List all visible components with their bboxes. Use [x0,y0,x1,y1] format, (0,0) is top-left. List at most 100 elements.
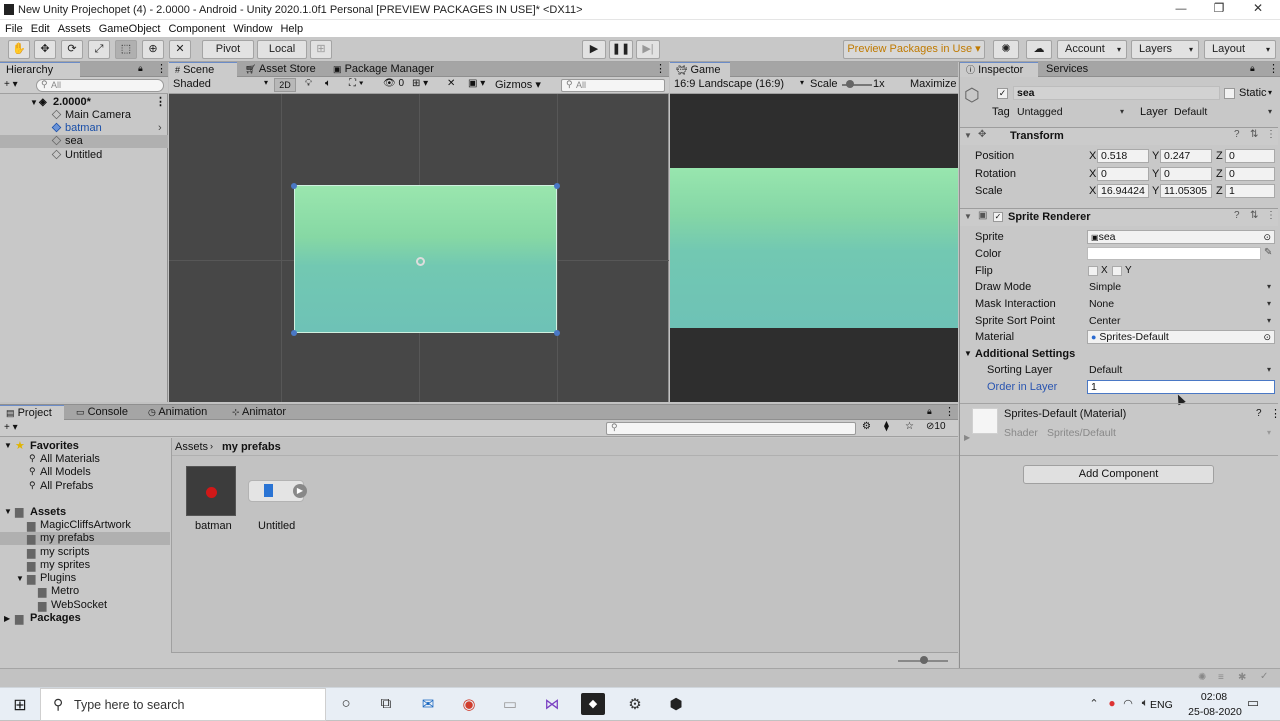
object-name-field[interactable]: sea [1013,86,1220,100]
component-menu-icon[interactable]: ⋮ [1270,407,1280,420]
foldout-arrow-icon[interactable]: ▼ [16,574,24,583]
rotation-x-field[interactable]: 0 [1097,167,1149,181]
pause-button[interactable]: ❚❚ [609,40,633,59]
foldout-arrow-icon[interactable]: ▼ [4,441,12,450]
position-y-field[interactable]: 0.247 [1160,149,1212,163]
pivot-handle[interactable] [416,257,425,266]
tab-inspector[interactable]: ⓘ Inspector [960,62,1038,77]
assets-root-label[interactable]: Assets [30,506,66,518]
position-x-field[interactable]: 0.518 [1097,149,1149,163]
menu-window[interactable]: Window [233,21,272,37]
hierarchy-item-sea[interactable]: sea [0,135,168,148]
step-button[interactable]: ▶| [636,40,660,59]
shader-dropdown[interactable]: Sprites/Default ▾ [1047,426,1275,440]
asset-tile-untitled[interactable]: ▶ [248,480,307,502]
packages-root-label[interactable]: Packages [30,612,81,624]
panel-menu-icon[interactable]: ⋮ [944,405,955,418]
menu-gameobject[interactable]: GameObject [99,21,161,37]
component-menu-icon[interactable]: ⋮ [1266,129,1276,140]
folder-item[interactable]: my sprites [40,559,90,571]
flip-y-checkbox[interactable] [1112,266,1122,276]
layout-dropdown[interactable]: Layout ▾ [1204,40,1276,59]
folder-item[interactable]: my scripts [40,546,90,558]
panel-menu-icon[interactable]: ⋮ [655,62,666,75]
sprite-field[interactable]: ▣sea ⊙ [1087,230,1275,244]
layer-dropdown[interactable]: Default ▾ [1174,105,1276,119]
maximize-on-play-toggle[interactable]: Maximize [910,78,956,90]
help-icon[interactable]: ? [1234,129,1240,140]
shading-dropdown[interactable]: Shaded ▾ [173,78,268,90]
folder-item[interactable]: Metro [51,585,79,597]
scale-y-field[interactable]: 11.05305 [1160,184,1212,198]
maximize-button[interactable]: ❐ [1204,1,1234,15]
tab-animation[interactable]: ◷ Animation [142,405,213,420]
windows-start-icon[interactable]: ⊞ [8,695,32,715]
taskbar-search-box[interactable]: ⚲ Type here to search [40,688,326,721]
filter-by-type-icon[interactable]: ⚙ [862,421,871,432]
breadcrumb-assets[interactable]: Assets [175,441,208,453]
notifications-icon[interactable]: ▭ [1241,695,1265,711]
task-view-icon[interactable]: ⧉ [374,695,398,712]
rect-handle[interactable] [291,330,297,336]
unity-hub-icon[interactable]: ⬢ [664,695,688,713]
object-picker-icon[interactable]: ⊙ [1263,331,1271,343]
material-field[interactable]: ● Sprites-Default ⊙ [1087,330,1275,344]
collab-icon[interactable]: ✺ [993,40,1019,59]
color-swatch[interactable] [1087,247,1261,260]
folder-item[interactable]: my prefabs [40,532,94,544]
grid-icon[interactable]: ⊞ ▾ [412,78,428,89]
tab-scene[interactable]: # Scene [169,62,237,77]
breadcrumb-my-prefabs[interactable]: my prefabs [222,441,281,453]
panel-menu-icon[interactable]: ⋮ [1268,62,1279,75]
project-search-input[interactable] [606,422,856,435]
tab-hierarchy[interactable]: Hierarchy [0,62,80,77]
static-dropdown-icon[interactable]: ▾ [1268,88,1272,97]
favorite-item[interactable]: All Models [40,466,91,478]
file-explorer-icon[interactable]: ▭ [498,695,522,713]
menu-component[interactable]: Component [168,21,225,37]
mask-interaction-dropdown[interactable]: None ▾ [1089,297,1275,311]
lock-icon[interactable]: 🔒︎ [138,63,143,74]
bug-icon[interactable]: ✱ [1238,672,1246,683]
cortana-icon[interactable]: ○ [334,695,358,712]
rect-tool-icon[interactable]: ⬚ [115,40,137,59]
add-component-button[interactable]: Add Component [1023,465,1214,484]
folder-item[interactable]: Plugins [40,572,76,584]
sea-sprite[interactable] [294,185,557,333]
hierarchy-add-button[interactable]: + ▾ [4,79,18,90]
audio-icon[interactable]: 🔈︎ [325,78,331,89]
scene-search-input[interactable]: All [561,79,665,92]
preview-packages-button[interactable]: Preview Packages in Use ▾ [843,40,985,59]
gizmos-dropdown[interactable]: Gizmos ▾ [495,78,541,91]
folder-item[interactable]: WebSocket [51,599,107,611]
clock-time[interactable]: 02:08 [1194,691,1234,703]
favorite-item[interactable]: All Materials [40,453,100,465]
chevron-right-icon[interactable]: ▶ [964,433,970,442]
material-block-title[interactable]: Sprites-Default (Material) [1004,408,1126,420]
foldout-arrow-icon[interactable]: ▼ [4,507,12,516]
check-icon[interactable]: ✓ [1260,671,1268,682]
minimize-button[interactable]: — [1166,3,1196,15]
favorite-item[interactable]: All Prefabs [40,480,93,492]
menu-edit[interactable]: Edit [31,21,50,37]
hidden-packages-icon[interactable]: ⊘10 [926,421,946,432]
active-checkbox[interactable]: ✓ [997,88,1008,99]
hierarchy-item-main-camera[interactable]: Main Camera [0,109,168,122]
additional-settings-label[interactable]: Additional Settings [975,348,1075,360]
scale-x-field[interactable]: 16.94424 [1097,184,1149,198]
static-checkbox[interactable] [1224,88,1235,99]
rect-handle[interactable] [554,330,560,336]
pivot-toggle[interactable]: Pivot [202,40,254,59]
lock-icon[interactable]: 🔒︎ [1250,63,1255,74]
layers-dropdown[interactable]: Layers ▾ [1131,40,1199,59]
draw-mode-dropdown[interactable]: Simple ▾ [1089,280,1275,294]
filter-by-label-icon[interactable]: ⧫ [884,421,889,432]
object-picker-icon[interactable]: ⊙ [1263,231,1271,243]
sprite-renderer-header[interactable]: ▼ ▣ ✓ Sprite Renderer ? ⇅ ⋮ [960,208,1278,226]
preset-icon[interactable]: ⇅ [1250,129,1258,140]
foldout-arrow-icon[interactable]: ▼ [964,349,972,358]
stack-icon[interactable]: ≡ [1218,672,1224,683]
foldout-arrow-icon[interactable]: ▼ [964,131,972,140]
help-icon[interactable]: ? [1234,210,1240,221]
tab-services[interactable]: Services [1040,62,1094,77]
